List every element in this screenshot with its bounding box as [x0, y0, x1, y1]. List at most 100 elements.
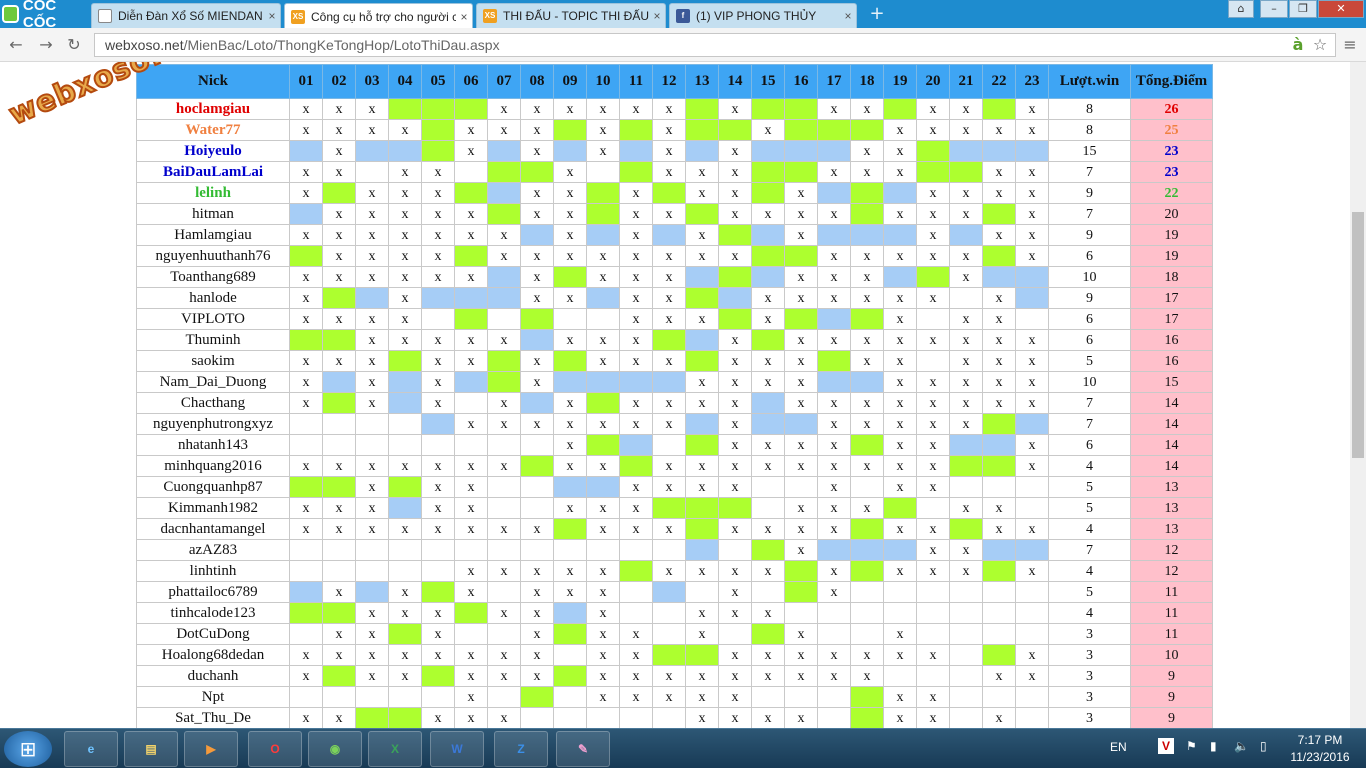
- number-cell: x: [1015, 392, 1049, 414]
- number-cell: [685, 497, 719, 519]
- nick-cell[interactable]: duchanh: [136, 665, 290, 687]
- network-icon[interactable]: ▮: [1210, 739, 1217, 753]
- forward-icon[interactable]: →: [36, 35, 56, 55]
- volume-icon[interactable]: 🔈: [1234, 739, 1249, 753]
- reload-icon[interactable]: ↻: [64, 35, 84, 55]
- bookmark-star-icon[interactable]: ☆: [1310, 35, 1330, 55]
- nick-cell[interactable]: tinhcalode123: [136, 602, 290, 624]
- nick-cell[interactable]: azAZ83: [136, 539, 290, 561]
- nick-cell[interactable]: hanlode: [136, 287, 290, 309]
- nick-cell[interactable]: Nam_Dai_Duong: [136, 371, 290, 393]
- nick-cell[interactable]: dacnhantamangel: [136, 518, 290, 540]
- media-player-icon[interactable]: ▶: [184, 731, 238, 767]
- nick-cell[interactable]: Kimmanh1982: [136, 497, 290, 519]
- user-icon[interactable]: ⌂: [1228, 0, 1254, 18]
- nick-cell[interactable]: Thuminh: [136, 329, 290, 351]
- nick-cell[interactable]: linhtinh: [136, 560, 290, 582]
- ie-icon[interactable]: e: [64, 731, 118, 767]
- number-cell: [355, 707, 389, 728]
- coccoc-logo[interactable]: CỐC CỐC: [2, 0, 88, 31]
- nick-cell[interactable]: Toanthang689: [136, 266, 290, 288]
- number-cell: x: [817, 644, 851, 666]
- nick-cell[interactable]: Hamlamgiau: [136, 224, 290, 246]
- opera-icon[interactable]: O: [248, 731, 302, 767]
- nick-cell[interactable]: hoclamgiau: [136, 98, 290, 120]
- number-cell: x: [751, 434, 785, 456]
- restore-icon[interactable]: ❐: [1289, 0, 1317, 18]
- antivirus-icon[interactable]: V: [1158, 738, 1174, 754]
- nick-cell[interactable]: Npt: [136, 686, 290, 708]
- battery-icon[interactable]: ▯: [1260, 739, 1267, 753]
- vertical-scrollbar[interactable]: [1350, 62, 1366, 728]
- tab-close-icon[interactable]: ×: [649, 9, 665, 23]
- number-cell: [718, 308, 752, 330]
- number-cell: [751, 224, 785, 246]
- nick-cell[interactable]: Cuongquanhp87: [136, 476, 290, 498]
- number-cell: x: [916, 329, 950, 351]
- number-cell: x: [1015, 371, 1049, 393]
- tab-2[interactable]: XS Công cụ hỗ trợ cho người chơi×: [284, 3, 473, 29]
- menu-icon[interactable]: ≡: [1340, 35, 1360, 55]
- nick-cell[interactable]: VIPLOTO: [136, 308, 290, 330]
- number-cell: [454, 245, 488, 267]
- nick-cell[interactable]: Hoalong68dedan: [136, 644, 290, 666]
- number-cell: [289, 245, 323, 267]
- start-button[interactable]: ⊞: [4, 731, 52, 767]
- new-tab-icon[interactable]: +: [868, 5, 886, 23]
- number-cell: x: [916, 245, 950, 267]
- address-bar[interactable]: webxoso.net/MienBac/Loto/ThongKeTongHop/…: [94, 33, 1336, 57]
- nick-cell[interactable]: saokim: [136, 350, 290, 372]
- number-cell: [487, 497, 521, 519]
- coccoc-taskbar-icon[interactable]: ◉: [308, 731, 362, 767]
- number-cell: x: [586, 623, 620, 645]
- nick-cell[interactable]: hitman: [136, 203, 290, 225]
- zalo-icon[interactable]: Z: [494, 731, 548, 767]
- file-explorer-icon[interactable]: ▤: [124, 731, 178, 767]
- tab-close-icon[interactable]: ×: [264, 9, 280, 23]
- tab-4[interactable]: f (1) VIP PHONG THỦY ×: [669, 3, 857, 28]
- nick-cell[interactable]: minhquang2016: [136, 455, 290, 477]
- number-cell: [652, 644, 686, 666]
- tab-close-icon[interactable]: ×: [840, 9, 856, 23]
- number-cell: x: [289, 350, 323, 372]
- nick-cell[interactable]: Sat_Thu_De: [136, 707, 290, 728]
- scrollbar-thumb[interactable]: [1352, 212, 1364, 458]
- flag-icon[interactable]: ⚑: [1186, 739, 1197, 753]
- nick-cell[interactable]: DotCuDong: [136, 623, 290, 645]
- minimize-icon[interactable]: –: [1260, 0, 1288, 18]
- number-cell: [388, 392, 422, 414]
- nick-cell[interactable]: BaiDauLamLai: [136, 161, 290, 183]
- nick-cell[interactable]: phattailoc6789: [136, 581, 290, 603]
- number-cell: [454, 308, 488, 330]
- number-cell: [784, 161, 818, 183]
- translate-icon[interactable]: à: [1288, 35, 1308, 55]
- back-icon[interactable]: ←: [6, 35, 26, 55]
- excel-icon[interactable]: X: [368, 731, 422, 767]
- word-icon[interactable]: W: [430, 731, 484, 767]
- tab-close-icon[interactable]: ×: [456, 10, 472, 24]
- nick-cell[interactable]: nhatanh143: [136, 434, 290, 456]
- nick-cell[interactable]: Chacthang: [136, 392, 290, 414]
- number-cell: [784, 308, 818, 330]
- clock-time[interactable]: 7:17 PM: [1295, 733, 1345, 747]
- nick-cell[interactable]: Hoiyeulo: [136, 140, 290, 162]
- nick-cell[interactable]: Water77: [136, 119, 290, 141]
- language-indicator[interactable]: EN: [1110, 740, 1127, 754]
- clock-date[interactable]: 11/23/2016: [1285, 750, 1355, 764]
- tab-3[interactable]: XS THI ĐẤU - TOPIC THI ĐẤU ×: [476, 3, 666, 28]
- paint-icon[interactable]: ✎: [556, 731, 610, 767]
- number-cell: x: [1015, 644, 1049, 666]
- number-cell: x: [850, 287, 884, 309]
- nick-cell[interactable]: nguyenphutrongxyz: [136, 413, 290, 435]
- number-cell: x: [982, 182, 1016, 204]
- number-cell: x: [949, 497, 983, 519]
- close-icon[interactable]: ✕: [1318, 0, 1364, 18]
- nick-cell[interactable]: nguyenhuuthanh76: [136, 245, 290, 267]
- tab-1[interactable]: Diễn Đàn Xổ Số MIENDAN ×: [91, 3, 281, 28]
- nick-cell[interactable]: lelinh: [136, 182, 290, 204]
- number-cell: x: [421, 497, 455, 519]
- number-cell: x: [916, 182, 950, 204]
- number-cell: x: [784, 434, 818, 456]
- column-header: 04: [388, 64, 422, 99]
- number-cell: x: [619, 203, 653, 225]
